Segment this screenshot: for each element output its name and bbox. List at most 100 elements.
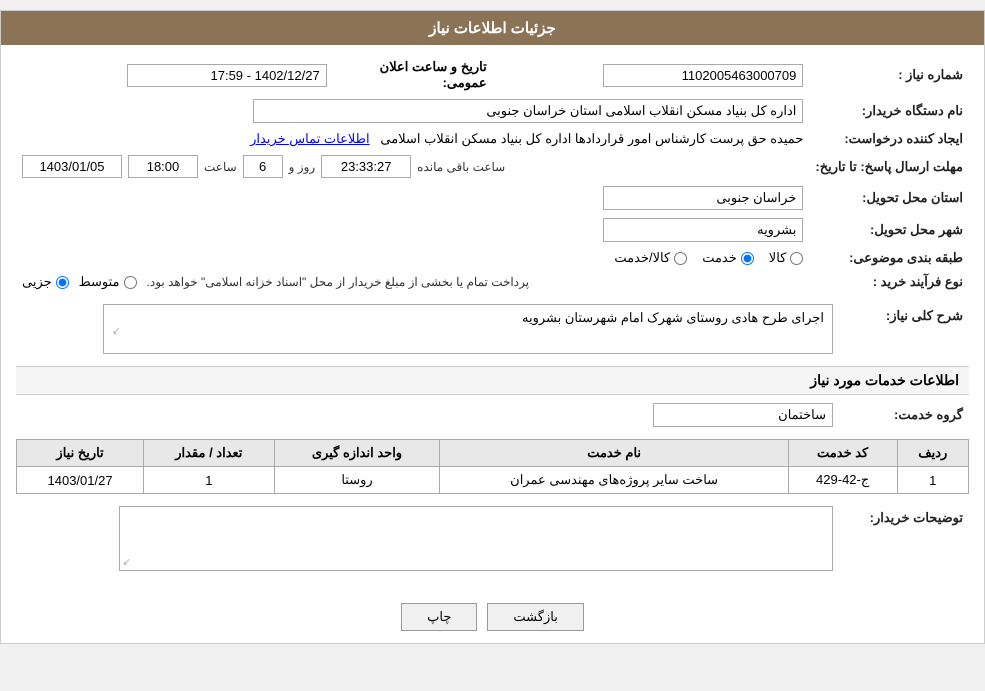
services-section-header: اطلاعات خدمات مورد نیاز (16, 366, 969, 395)
announcement-date-box: 1402/12/27 - 17:59 (127, 64, 327, 87)
row-need-number: شماره نیاز : 1102005463000709 تاریخ و سا… (16, 55, 969, 95)
city-value: بشرویه (16, 214, 809, 246)
row-reply-deadline: مهلت ارسال پاسخ: تا تاریخ: ساعت باقی مان… (16, 151, 969, 182)
need-description-label: شرح کلی نیاز: (839, 300, 969, 358)
category-radio-khedmat[interactable] (741, 252, 754, 265)
category-khedmat[interactable]: خدمت (702, 250, 754, 266)
col-row-num: ردیف (897, 440, 968, 467)
col-unit: واحد اندازه گیری (274, 440, 440, 467)
page-container: جزئیات اطلاعات نیاز شماره نیاز : 1102005… (0, 10, 985, 644)
city-label: شهر محل تحویل: (809, 214, 969, 246)
requester-value: حمیده حق پرست کارشناس امور قراردادها ادا… (16, 127, 809, 151)
row-process-type: نوع فرآیند خرید : پرداخت تمام یا بخشی از… (16, 270, 969, 294)
reply-days-box: 6 (243, 155, 283, 178)
category-kala-khedmat-label: کالا/خدمت (614, 250, 670, 266)
announcement-date-value: 1402/12/27 - 17:59 (16, 55, 333, 95)
page-header: جزئیات اطلاعات نیاز (1, 11, 984, 45)
need-number-label: شماره نیاز : (809, 55, 969, 95)
category-radio-kala[interactable] (790, 252, 803, 265)
cell-date: 1403/01/27 (17, 467, 144, 494)
service-group-box: ساختمان (653, 403, 833, 427)
services-section-label: اطلاعات خدمات مورد نیاز (810, 372, 959, 388)
row-service-group: گروه خدمت: ساختمان (16, 399, 969, 431)
need-description-value: اجرای طرح هادی روستای شهرک امام شهرستان … (16, 300, 839, 358)
cell-name: ساخت سایر پروژه‌های مهندسی عمران (440, 467, 788, 494)
row-city: شهر محل تحویل: بشرویه (16, 214, 969, 246)
need-number-value: 1102005463000709 (493, 55, 810, 95)
province-box: خراسان جنوبی (603, 186, 803, 210)
category-label: طبقه بندی موضوعی: (809, 246, 969, 270)
reply-day-label: روز و (289, 160, 316, 174)
requester-text: حمیده حق پرست کارشناس امور قراردادها ادا… (380, 131, 803, 146)
footer-buttons: بازگشت چاپ (1, 591, 984, 643)
category-value: کالا/خدمت خدمت کالا (16, 246, 809, 270)
service-group-table: گروه خدمت: ساختمان (16, 399, 969, 431)
col-service-code: کد خدمت (788, 440, 897, 467)
row-category: طبقه بندی موضوعی: کالا/خدمت خدمت (16, 246, 969, 270)
service-group-label: گروه خدمت: (839, 399, 969, 431)
reply-time-box: 18:00 (128, 155, 198, 178)
reply-deadline-value: ساعت باقی مانده 23:33:27 روز و 6 ساعت 18… (16, 151, 809, 182)
buyer-name-label: نام دستگاه خریدار: (809, 95, 969, 127)
reply-deadline-label: مهلت ارسال پاسخ: تا تاریخ: (809, 151, 969, 182)
reply-time-label: ساعت (204, 160, 237, 174)
province-value: خراسان جنوبی (16, 182, 809, 214)
col-service-name: نام خدمت (440, 440, 788, 467)
print-button[interactable]: چاپ (401, 603, 477, 631)
row-buyer-name: نام دستگاه خریدار: اداره کل بنیاد مسکن ا… (16, 95, 969, 127)
services-table-header-row: ردیف کد خدمت نام خدمت واحد اندازه گیری ت… (17, 440, 969, 467)
process-type-radio-motavaset[interactable] (124, 276, 137, 289)
category-kala[interactable]: کالا (769, 250, 804, 266)
col-quantity: تعداد / مقدار (144, 440, 274, 467)
services-table-body: 1ج-42-429ساخت سایر پروژه‌های مهندسی عمرا… (17, 467, 969, 494)
content-area: شماره نیاز : 1102005463000709 تاریخ و سا… (1, 45, 984, 591)
buyer-name-box: اداره کل بنیاد مسکن انقلاب اسلامی استان … (253, 99, 803, 123)
need-description-box: اجرای طرح هادی روستای شهرک امام شهرستان … (103, 304, 833, 354)
city-box: بشرویه (603, 218, 803, 242)
buyer-desc-box: ↙ (119, 506, 833, 571)
row-requester: ایجاد کننده درخواست: حمیده حق پرست کارشن… (16, 127, 969, 151)
col-date: تاریخ نیاز (17, 440, 144, 467)
process-type-motavaset[interactable]: متوسط (79, 274, 137, 290)
info-table: شماره نیاز : 1102005463000709 تاریخ و سا… (16, 55, 969, 294)
services-table-head: ردیف کد خدمت نام خدمت واحد اندازه گیری ت… (17, 440, 969, 467)
cell-quantity: 1 (144, 467, 274, 494)
table-row: 1ج-42-429ساخت سایر پروژه‌های مهندسی عمرا… (17, 467, 969, 494)
process-type-radio-jozi[interactable] (56, 276, 69, 289)
page-title: جزئیات اطلاعات نیاز (429, 20, 556, 37)
category-kala-khedmat[interactable]: کالا/خدمت (614, 250, 687, 266)
buyer-name-value: اداره کل بنیاد مسکن انقلاب اسلامی استان … (16, 95, 809, 127)
row-province: استان محل تحویل: خراسان جنوبی (16, 182, 969, 214)
need-number-box: 1102005463000709 (603, 64, 803, 87)
cell-code: ج-42-429 (788, 467, 897, 494)
process-type-value: پرداخت تمام یا بخشی از مبلغ خریدار از مح… (16, 270, 809, 294)
requester-contact-link[interactable]: اطلاعات تماس خریدار (250, 131, 369, 146)
back-button[interactable]: بازگشت (487, 603, 583, 631)
announcement-date-label: تاریخ و ساعت اعلان عمومی: (333, 55, 493, 95)
category-radio-kala-khedmat[interactable] (674, 252, 687, 265)
reply-remaining-label: ساعت باقی مانده (417, 160, 505, 174)
service-group-value: ساختمان (16, 399, 839, 431)
province-label: استان محل تحویل: (809, 182, 969, 214)
category-radio-group: کالا/خدمت خدمت کالا (22, 250, 803, 266)
buyer-desc-label: توضیحات خریدار: (839, 502, 969, 575)
process-type-jozi[interactable]: جزیی (22, 274, 69, 290)
row-buyer-desc: توضیحات خریدار: ↙ (16, 502, 969, 575)
cell-unit: روستا (274, 467, 440, 494)
requester-label: ایجاد کننده درخواست: (809, 127, 969, 151)
category-khedmat-label: خدمت (702, 250, 737, 266)
process-type-motavaset-label: متوسط (79, 274, 120, 290)
cell-row: 1 (897, 467, 968, 494)
process-type-note: پرداخت تمام یا بخشی از مبلغ خریدار از مح… (147, 275, 530, 289)
buyer-desc-value: ↙ (16, 502, 839, 575)
need-description-table: شرح کلی نیاز: اجرای طرح هادی روستای شهرک… (16, 300, 969, 358)
reply-date-box: 1403/01/05 (22, 155, 122, 178)
process-type-label: نوع فرآیند خرید : (809, 270, 969, 294)
row-need-description: شرح کلی نیاز: اجرای طرح هادی روستای شهرک… (16, 300, 969, 358)
process-type-jozi-label: جزیی (22, 274, 52, 290)
buyer-desc-table: توضیحات خریدار: ↙ (16, 502, 969, 575)
need-description-text: اجرای طرح هادی روستای شهرک امام شهرستان … (522, 310, 824, 325)
services-table: ردیف کد خدمت نام خدمت واحد اندازه گیری ت… (16, 439, 969, 494)
category-kala-label: کالا (769, 250, 787, 266)
reply-remaining-box: 23:33:27 (321, 155, 411, 178)
